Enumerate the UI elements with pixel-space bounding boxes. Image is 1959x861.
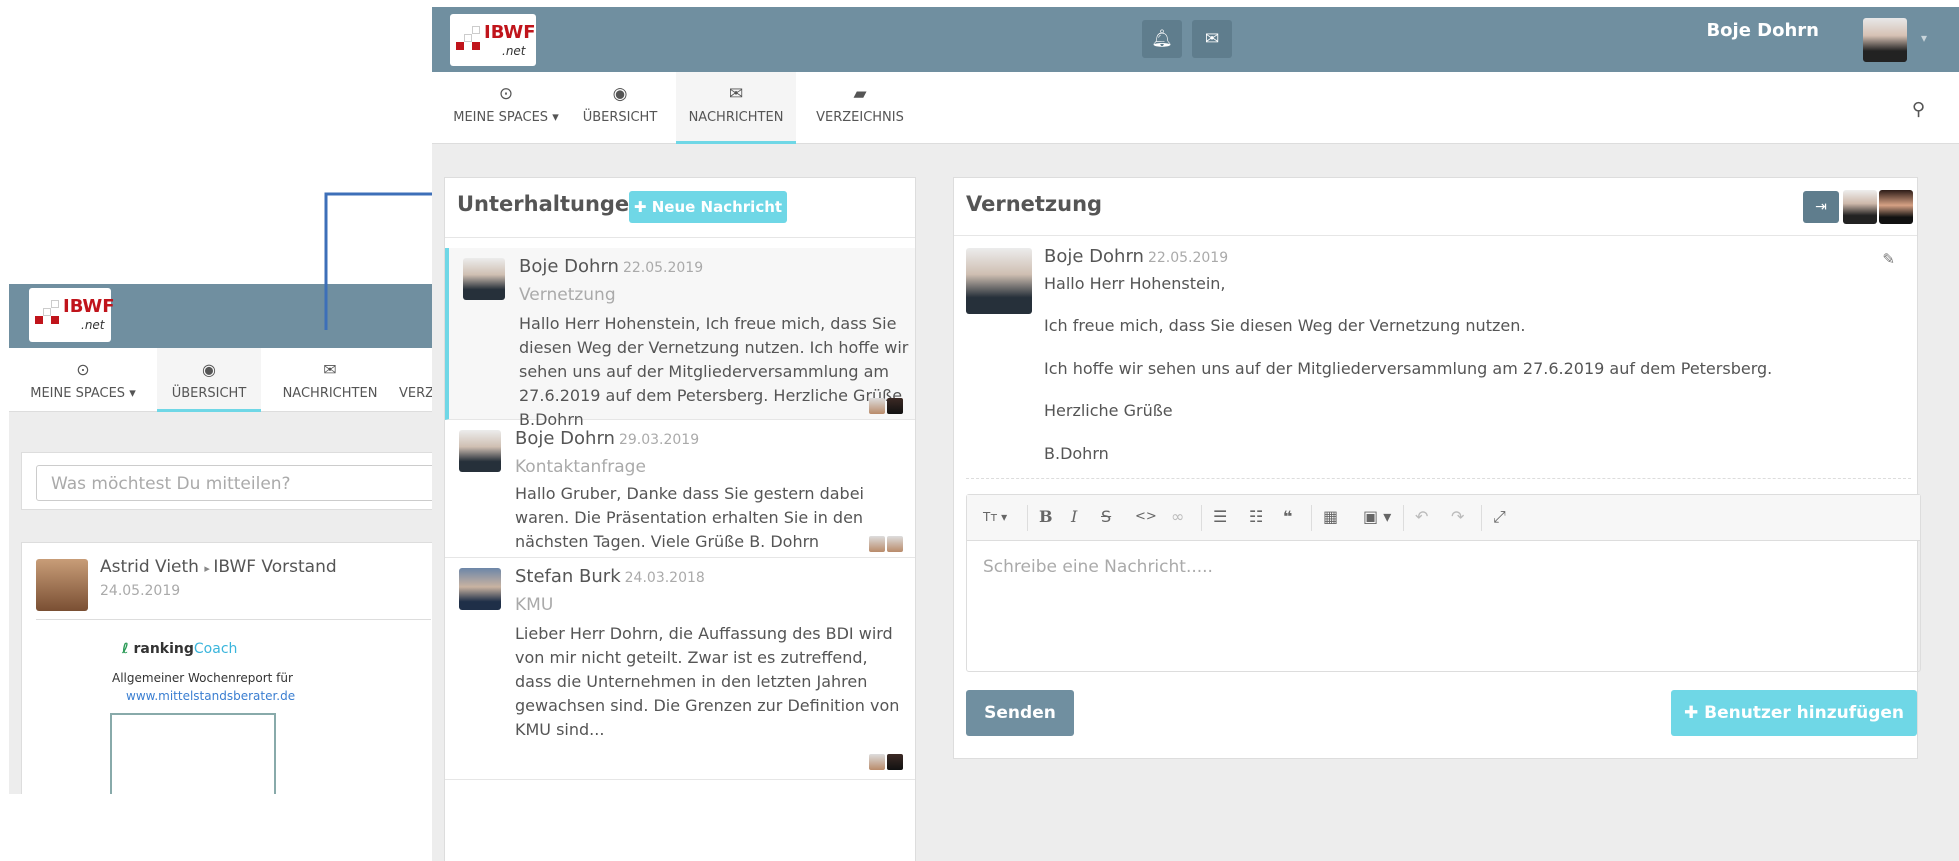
- dashboard-icon: ◉: [202, 360, 216, 379]
- conversation-subject: Vernetzung: [519, 285, 616, 305]
- message-line: Hallo Herr Hohenstein,: [1044, 274, 1226, 293]
- plus-icon: ✚: [633, 198, 647, 216]
- message-author[interactable]: Boje Dohrn: [1044, 246, 1144, 267]
- conversation-subject: Kontaktanfrage: [515, 457, 646, 477]
- background-screenshot: IBWF .net ⊙ MEINE SPACES ▾ ◉ ÜBERSICHT ✉…: [9, 284, 433, 794]
- add-user-button[interactable]: ✚ Benutzer hinzufügen: [1671, 690, 1917, 736]
- undo-icon[interactable]: ↶: [1415, 507, 1428, 526]
- participant-avatars: [867, 398, 903, 414]
- editor-toolbar: Tт ▾ B I S <> ∞ ☰ ☷ ❝ ▦ ▣ ▾ ↶ ↷ ⤢: [967, 495, 1920, 541]
- numbered-list-icon[interactable]: ☷: [1249, 507, 1263, 526]
- bg-nav-verzeichnis[interactable]: VERZ: [399, 348, 433, 412]
- dashboard-icon: ◉: [612, 84, 628, 104]
- avatar[interactable]: [36, 559, 88, 611]
- edit-icon[interactable]: ✎: [1882, 250, 1895, 268]
- table-icon[interactable]: ▦: [1323, 507, 1338, 526]
- background-header: IBWF .net: [9, 284, 433, 348]
- phone-illustration: [110, 713, 276, 794]
- main-screenshot: IBWF .net 🔔︎ ✉ Boje Dohrn ▾ ⊙ MEINE SPAC…: [432, 7, 1959, 861]
- strikethrough-icon[interactable]: S: [1101, 507, 1111, 526]
- background-nav: ⊙ MEINE SPACES ▾ ◉ ÜBERSICHT ✉ NACHRICHT…: [9, 348, 433, 412]
- book-icon: ▰: [853, 84, 867, 104]
- book-icon: [399, 360, 433, 380]
- report-link[interactable]: www.mittelstandsberater.de: [126, 689, 295, 703]
- conversations-title: Unterhaltungen: [457, 192, 645, 216]
- bell-icon: 🔔︎: [1151, 29, 1173, 49]
- conversation-title: Vernetzung: [966, 192, 1103, 216]
- quote-icon[interactable]: ❝: [1283, 507, 1292, 526]
- conversation-preview: Hallo Herr Hohenstein, Ich freue mich, d…: [519, 314, 909, 429]
- envelope-icon: ✉: [1204, 29, 1220, 49]
- post-composer: Was möchtest Du mitteilen?: [21, 452, 433, 510]
- app-header: IBWF .net 🔔︎ ✉ Boje Dohrn ▾: [432, 7, 1959, 72]
- user-avatar[interactable]: [1863, 18, 1907, 62]
- logo[interactable]: IBWF .net: [450, 14, 536, 66]
- conversation-item[interactable]: Stefan Burk 24.03.2018 KMU Lieber Herr Do…: [445, 558, 915, 780]
- fullscreen-icon[interactable]: ⤢: [1493, 507, 1506, 527]
- post-date: 24.05.2019: [100, 583, 181, 599]
- rankingcoach-logo: ℓ rankingCoach: [122, 641, 238, 657]
- image-icon[interactable]: ▣ ▾: [1363, 507, 1391, 526]
- main-nav: ⊙ MEINE SPACES ▾ ◉ ÜBERSICHT ✉ NACHRICHT…: [432, 72, 1959, 144]
- envelope-icon: ✉: [728, 84, 744, 104]
- conversation-item[interactable]: Boje Dohrn 29.03.2019 Kontaktanfrage Hall…: [445, 420, 915, 558]
- search-icon[interactable]: ⚲: [1912, 99, 1925, 120]
- avatar[interactable]: [966, 248, 1032, 314]
- message-line: Herzliche Grüße: [1044, 401, 1173, 420]
- post-author[interactable]: Astrid Vieth: [100, 557, 199, 577]
- link-icon[interactable]: ∞: [1171, 507, 1184, 526]
- post-input[interactable]: Was möchtest Du mitteilen?: [36, 465, 433, 501]
- bg-nav-meine-spaces[interactable]: ⊙ MEINE SPACES ▾: [25, 348, 141, 412]
- text-size-icon[interactable]: Tт ▾: [983, 510, 1007, 524]
- message-line: Ich freue mich, dass Sie diesen Weg der …: [1044, 316, 1526, 335]
- redo-icon[interactable]: ↷: [1451, 507, 1464, 526]
- participant-avatar[interactable]: [1879, 190, 1913, 224]
- nav-verzeichnis[interactable]: ▰ VERZEICHNIS: [812, 72, 908, 144]
- report-line: Allgemeiner Wochenreport für: [112, 671, 293, 685]
- conversation-preview: Lieber Herr Dohrn, die Auffassung des BD…: [515, 624, 900, 739]
- plus-icon: ✚: [1683, 703, 1699, 723]
- participant-avatar[interactable]: [1843, 190, 1877, 224]
- target-icon: ⊙: [76, 360, 90, 379]
- message-date: 22.05.2019: [1147, 250, 1229, 266]
- conversation-list: Unterhaltungen ✚ Neue Nachricht Boje Doh…: [444, 177, 916, 861]
- user-name[interactable]: Boje Dohrn: [1706, 20, 1819, 41]
- nav-meine-spaces[interactable]: ⊙ MEINE SPACES ▾: [450, 72, 562, 144]
- conversation-item[interactable]: Boje Dohrn 22.05.2019 Vernetzung Hallo He…: [445, 248, 915, 429]
- conversation-preview: Hallo Gruber, Danke dass Sie gestern dab…: [515, 484, 864, 551]
- avatar: [463, 258, 505, 300]
- conversation-detail: Vernetzung ⇥ Boje Dohrn 22.05.2019 ✎ Hall…: [953, 177, 1921, 759]
- new-message-button[interactable]: ✚ Neue Nachricht: [629, 191, 787, 223]
- code-icon[interactable]: <>: [1135, 509, 1157, 524]
- bold-icon[interactable]: B: [1039, 507, 1053, 526]
- rc-mark-icon: ℓ: [122, 641, 129, 657]
- bullet-list-icon[interactable]: ☰: [1213, 507, 1227, 526]
- avatar: [459, 430, 501, 472]
- feed-post: Astrid Vieth ▸ IBWF Vorstand 24.05.2019 …: [21, 542, 433, 794]
- bg-nav-nachrichten[interactable]: ✉ NACHRICHTEN: [271, 348, 389, 412]
- sign-out-icon: ⇥: [1815, 199, 1827, 215]
- avatar: [459, 568, 501, 610]
- target-icon: ⊙: [498, 84, 514, 104]
- notifications-button[interactable]: 🔔︎: [1142, 20, 1182, 58]
- conversation-subject: KMU: [515, 595, 554, 615]
- envelope-icon: ✉: [323, 360, 337, 379]
- participant-avatars: [867, 754, 903, 770]
- nav-uebersicht[interactable]: ◉ ÜBERSICHT: [580, 72, 660, 144]
- message-line: Ich hoffe wir sehen uns auf der Mitglied…: [1044, 359, 1773, 378]
- messages-button[interactable]: ✉: [1192, 20, 1232, 58]
- message-editor: Tт ▾ B I S <> ∞ ☰ ☷ ❝ ▦ ▣ ▾ ↶ ↷ ⤢ Schrei…: [966, 494, 1921, 672]
- participant-avatars: [867, 536, 903, 552]
- italic-icon[interactable]: I: [1071, 507, 1077, 526]
- background-logo[interactable]: IBWF .net: [29, 288, 115, 342]
- post-target[interactable]: IBWF Vorstand: [213, 557, 336, 577]
- caret-down-icon[interactable]: ▾: [1921, 31, 1927, 45]
- message-input[interactable]: Schreibe eine Nachricht.....: [983, 557, 1213, 577]
- nav-nachrichten[interactable]: ✉ NACHRICHTEN: [676, 72, 796, 144]
- send-button[interactable]: Senden: [966, 690, 1074, 736]
- leave-conversation-button[interactable]: ⇥: [1803, 191, 1839, 223]
- message-line: B.Dohrn: [1044, 444, 1109, 463]
- bg-nav-uebersicht[interactable]: ◉ ÜBERSICHT: [157, 348, 261, 412]
